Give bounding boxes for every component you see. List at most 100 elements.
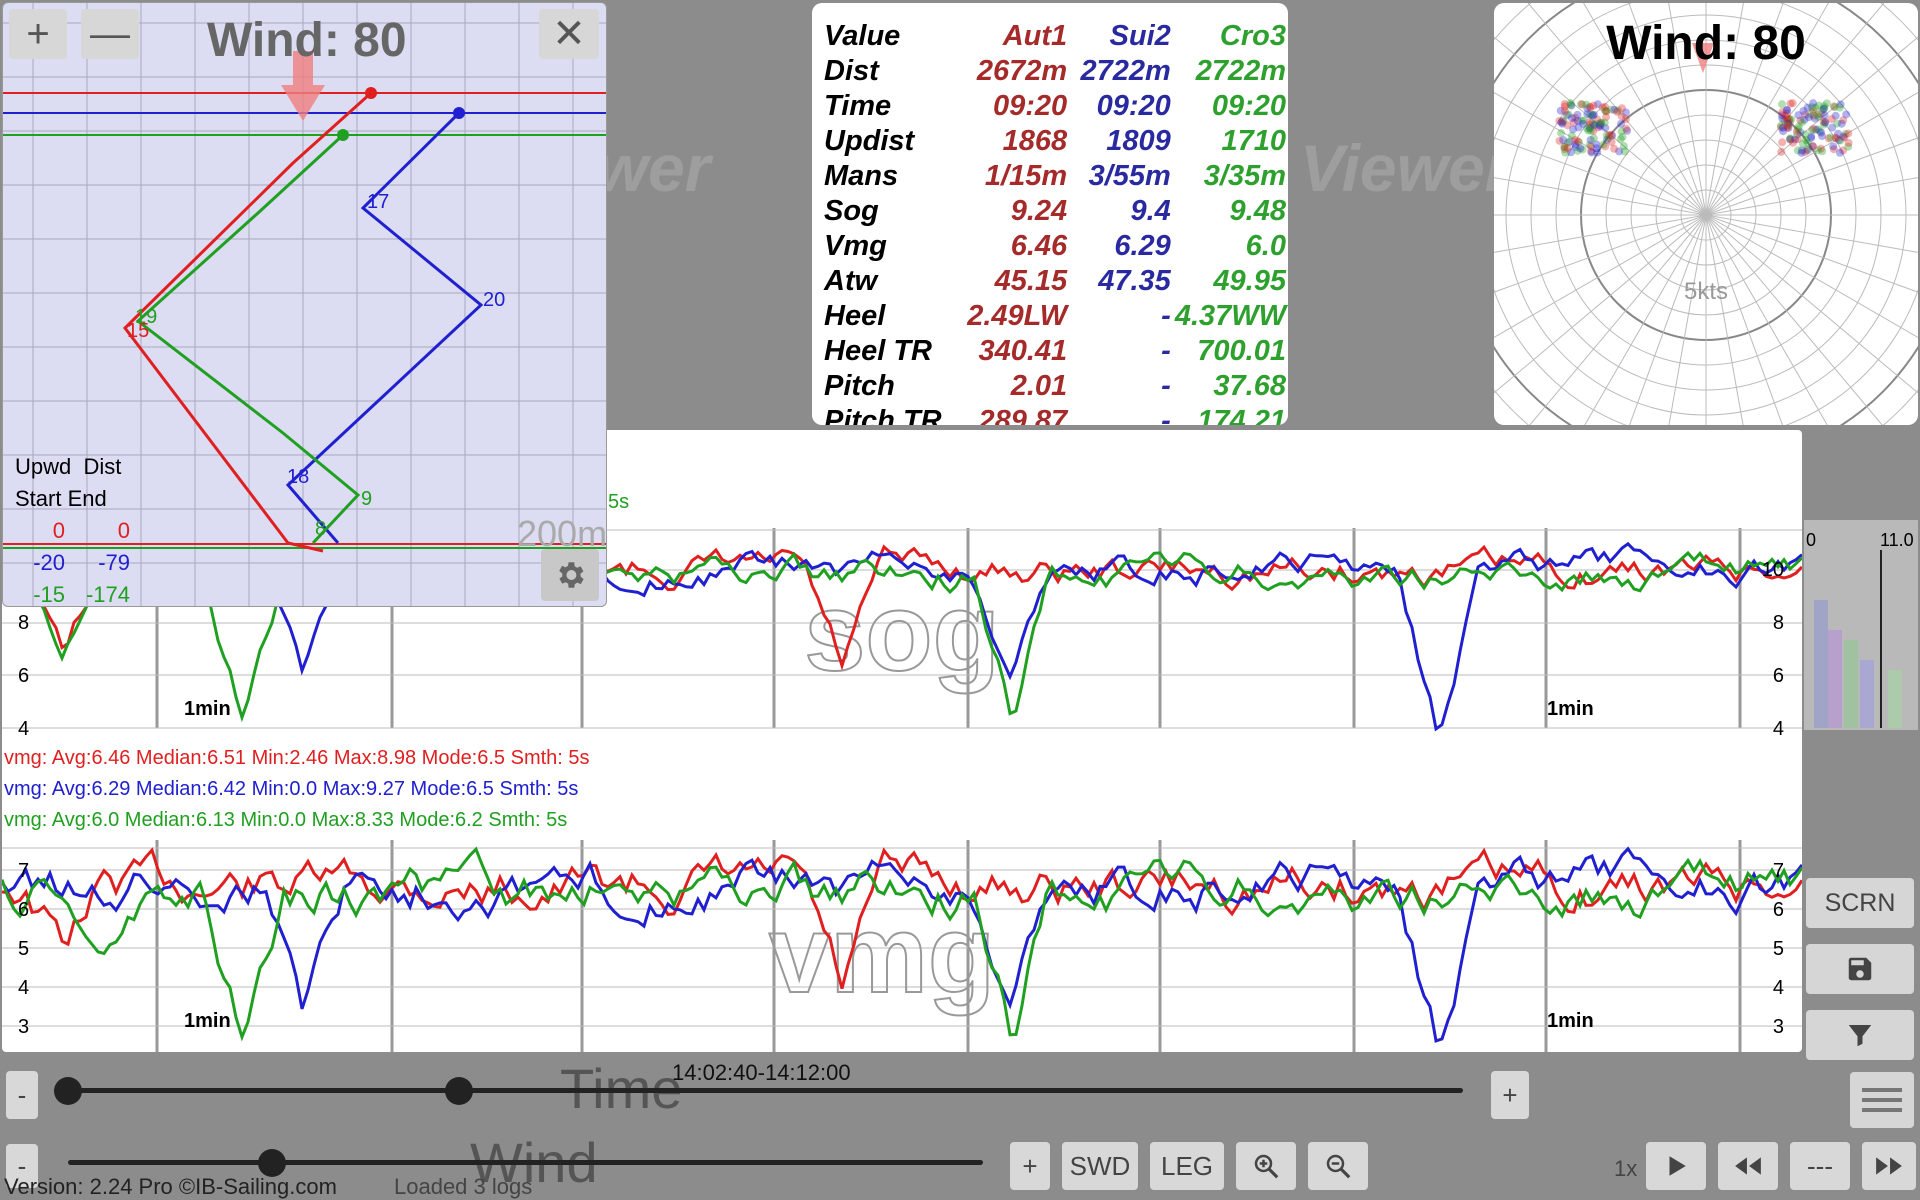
playback-speed[interactable]: 1x [1614,1156,1637,1182]
stats-value: 2722m [1080,55,1171,87]
polar-point [1842,110,1851,119]
stats-value: 174.21 [1197,405,1286,425]
polar-point [1813,110,1822,119]
polar-point [1587,148,1596,157]
dist-header-start: Start [15,486,62,511]
track-settings-button[interactable] [541,549,599,601]
stats-value: 09:20 [1096,90,1171,122]
wind-plus-button[interactable]: + [1010,1142,1050,1190]
hist-bar [1844,640,1858,728]
stats-value: 2.49LW [967,300,1068,332]
track-marker-aut1 [365,87,377,99]
hist-bar [1828,630,1842,728]
stats-value: - [1161,300,1171,332]
stats-value: 700.01 [1197,335,1286,367]
stats-label: Time [824,90,892,122]
wind-slider-handle[interactable] [258,1149,286,1177]
menu-button[interactable] [1850,1072,1914,1128]
zoom-out-icon [1326,1154,1351,1179]
time-slider-start-handle[interactable] [54,1077,82,1105]
wind-slider-track[interactable] [68,1160,983,1165]
time-minus-button[interactable]: - [6,1071,38,1119]
polar-point [1557,118,1566,127]
track-wind-label: Wind: 80 [207,14,407,67]
polar-point [1589,134,1598,143]
stats-value: 47.35 [1098,265,1171,297]
polar-point [1602,107,1611,116]
polar-point [1837,119,1846,128]
polar-point [1786,99,1795,108]
polar-point [1618,104,1627,113]
stats-label: Mans [824,160,899,192]
hist-label-max: 11.0 [1880,530,1914,550]
track-map-panel[interactable]: 17 20 19 15 18 9 8 200m + — Wind: 80 ✕ U… [2,2,607,607]
minus-icon: — [90,11,130,56]
polar-point [1835,148,1844,157]
stats-label: Pitch TR [824,405,942,425]
hist-bar [1860,660,1874,728]
sog-histogram: 0 11.0 [1804,520,1918,730]
track-zoom-out-button[interactable]: — [81,9,139,59]
fast-forward-icon [1876,1157,1902,1175]
step-button[interactable]: --- [1790,1142,1850,1190]
leg-button[interactable]: LEG [1150,1142,1224,1190]
stats-value: 9.48 [1229,195,1286,227]
polar-point [1835,103,1844,112]
time-plus-button[interactable]: + [1491,1071,1529,1119]
time-slider-end-handle[interactable] [445,1077,473,1105]
vmg-interval-label-right: 1min [1547,1010,1594,1032]
menu-icon [1862,1088,1902,1112]
stats-row: Sog 9.24 9.4 9.48 [822,194,1288,229]
y-tick-label: 4 [18,977,29,999]
track-scale-label: 200m [517,513,606,554]
stats-value: 1/15m [984,160,1068,192]
filter-button[interactable] [1806,1010,1914,1060]
vmg-interval-label: 1min [184,1010,231,1032]
polar-point [1560,107,1569,116]
stats-value: 1710 [1221,125,1286,157]
y-tick-label: 8 [18,612,29,634]
polar-point [1605,130,1614,139]
stats-value: 6.46 [1010,230,1068,262]
hist-label-min: 0 [1806,530,1817,550]
stats-value: 9.4 [1130,195,1171,227]
polar-point [1829,142,1838,151]
leg-button-label: LEG [1160,1150,1214,1181]
y-tick-label: 6 [1773,899,1784,921]
stats-row: Heel TR 340.41 -700.01 [822,334,1288,369]
zoom-out-button[interactable] [1308,1142,1368,1190]
plus-icon: + [26,11,50,56]
save-icon [1848,957,1872,981]
polar-point [1797,148,1806,157]
rewind-button[interactable] [1718,1142,1778,1190]
swd-button[interactable]: SWD [1062,1142,1138,1190]
stats-row: Pitch TR 289.87 - 174.21 [822,404,1288,425]
polar-spoke [1494,214,1707,394]
y-tick-label: 6 [1773,665,1784,687]
fast-forward-button[interactable] [1862,1142,1916,1190]
play-button[interactable] [1646,1142,1706,1190]
wind-plus-label: + [1022,1150,1038,1181]
y-tick-label: 3 [18,1016,29,1038]
stats-value: 2722m [1195,55,1286,87]
stats-label: Updist [824,125,915,157]
hist-bar [1814,600,1828,728]
screenshot-button[interactable]: SCRN [1806,878,1914,928]
polar-point [1817,128,1826,137]
time-plus-label: + [1502,1079,1518,1110]
save-button[interactable] [1806,944,1914,994]
waypoint-label: 15 [127,320,149,342]
hist-bar [1888,670,1902,728]
track-close-button[interactable]: ✕ [539,9,599,59]
polar-point [1576,144,1585,153]
polar-point [1794,122,1803,131]
version-text: Version: 2.24 Pro ©IB-Sailing.com [4,1174,337,1199]
stats-value: - [1161,405,1171,425]
zoom-in-button[interactable] [1236,1142,1296,1190]
time-slider-track[interactable] [68,1088,1463,1093]
track-zoom-in-button[interactable]: + [9,9,67,59]
dist-start-value: 0 [52,518,65,543]
y-tick-label: 5 [1773,938,1784,960]
sog-interval-label-right: 1min [1547,698,1594,720]
polar-point [1804,113,1813,122]
